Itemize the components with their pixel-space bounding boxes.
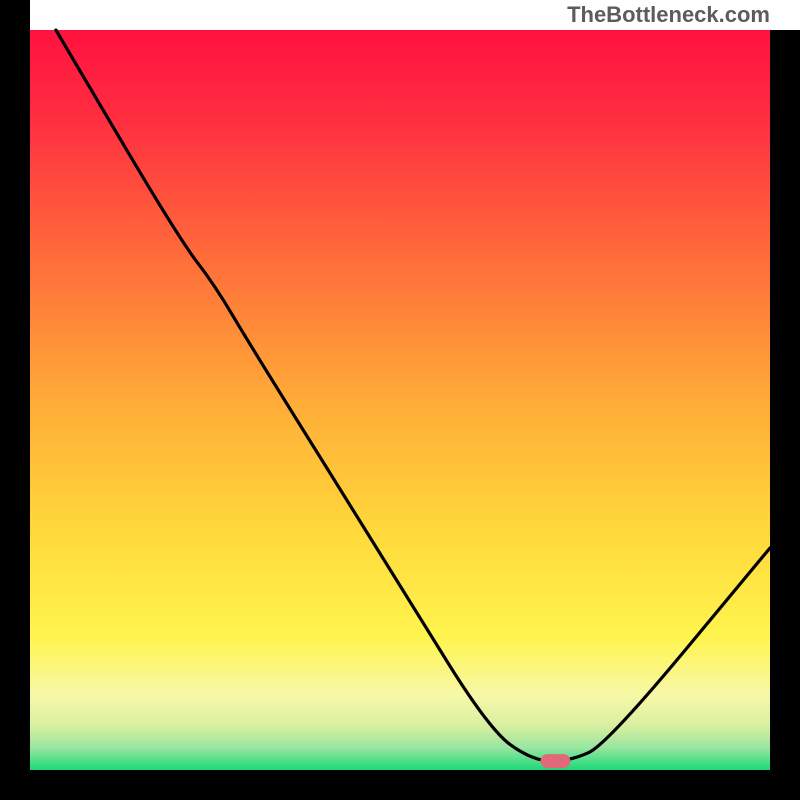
frame-right — [770, 30, 800, 800]
watermark-text: TheBottleneck.com — [567, 2, 770, 27]
frame-bottom — [0, 770, 800, 800]
chart-container: TheBottleneck.com — [0, 0, 800, 800]
gradient-background — [30, 30, 770, 770]
optimal-marker — [540, 754, 570, 768]
chart-svg: TheBottleneck.com — [0, 0, 800, 800]
frame-left — [0, 0, 30, 800]
